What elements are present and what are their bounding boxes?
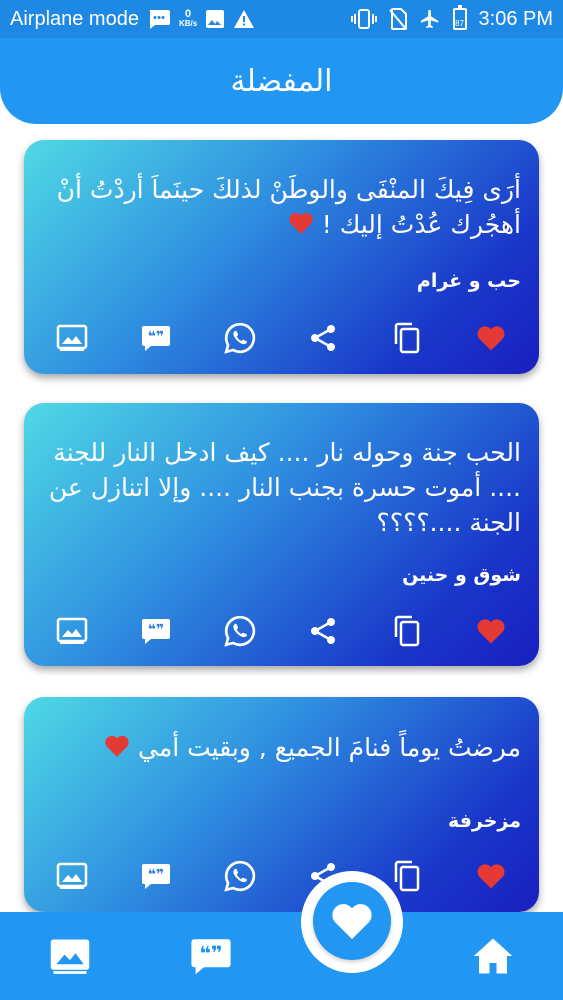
quote-image-button[interactable]: ❝❞ — [136, 856, 176, 896]
nav-home-button[interactable] — [465, 928, 521, 984]
quote-text: الحب جنة وحوله نار .... كيف ادخل النار ل… — [48, 438, 521, 537]
nav-images-button[interactable] — [42, 928, 98, 984]
favorite-button[interactable] — [471, 611, 511, 651]
whatsapp-share-button[interactable] — [220, 611, 260, 651]
quote-category: حب و غرام — [416, 270, 521, 292]
whatsapp-icon — [223, 860, 255, 892]
quote-card: أرَى فِيكَ المنْفَى والوطَنْ لذلكَ حينَم… — [24, 140, 539, 374]
quote-icon: ❝❞ — [141, 864, 170, 889]
vibrate-icon — [350, 9, 377, 29]
quote-icon: ❝❞ — [191, 939, 231, 975]
app-bar: المفضلة — [0, 38, 563, 124]
svg-text:❝❞: ❝❞ — [148, 867, 164, 883]
clock: 3:06 PM — [478, 7, 553, 30]
whatsapp-icon — [223, 322, 255, 354]
copy-icon — [394, 615, 420, 647]
image-icon — [56, 324, 88, 351]
nav-favorites-button[interactable] — [313, 882, 391, 960]
copy-icon — [394, 322, 420, 354]
gallery-icon — [205, 9, 225, 29]
whatsapp-share-button[interactable] — [220, 318, 260, 358]
quote-image-button[interactable]: ❝❞ — [136, 611, 176, 651]
quote-card: الحب جنة وحوله نار .... كيف ادخل النار ل… — [24, 403, 539, 666]
home-icon — [473, 938, 513, 974]
share-button[interactable] — [303, 611, 343, 651]
quote-card: مرضتُ يوماً فنامَ الجميع , وبقيت أمي مزخ… — [24, 697, 539, 912]
copy-button[interactable] — [387, 856, 427, 896]
warning-icon — [233, 9, 255, 29]
share-icon — [311, 618, 336, 644]
heart-emoji-icon — [288, 209, 314, 244]
image-icon — [50, 939, 90, 974]
airplane-mode-text: Airplane mode — [10, 7, 139, 30]
message-icon — [147, 8, 171, 30]
bottom-navigation: ❝❞ — [0, 912, 563, 1000]
copy-button[interactable] — [387, 318, 427, 358]
favorite-button[interactable] — [471, 318, 511, 358]
airplane-icon — [419, 8, 441, 30]
image-icon — [56, 617, 88, 644]
network-speed: 0 KB/s — [178, 8, 198, 29]
heart-emoji-icon — [104, 732, 130, 767]
quote-category: شوق و حنين — [402, 564, 521, 586]
no-sim-icon — [388, 8, 407, 30]
copy-icon — [394, 860, 420, 892]
quote-icon: ❝❞ — [141, 619, 170, 644]
heart-icon — [477, 864, 505, 889]
battery-icon: 87 — [452, 5, 467, 30]
quote-text: مرضتُ يوماً فنامَ الجميع , وبقيت أمي — [137, 733, 521, 762]
heart-icon — [332, 904, 372, 940]
heart-icon — [477, 326, 505, 351]
copy-button[interactable] — [387, 611, 427, 651]
quote-image-button[interactable]: ❝❞ — [136, 318, 176, 358]
svg-text:❝❞: ❝❞ — [148, 329, 164, 345]
nav-quotes-button[interactable]: ❝❞ — [183, 928, 239, 984]
status-bar: Airplane mode 0 KB/s 87 3:06 PM — [0, 0, 563, 38]
page-title: المفضلة — [230, 63, 333, 99]
set-wallpaper-button[interactable] — [52, 318, 92, 358]
share-icon — [311, 325, 336, 351]
heart-icon — [477, 619, 505, 644]
set-wallpaper-button[interactable] — [52, 611, 92, 651]
whatsapp-icon — [223, 615, 255, 647]
set-wallpaper-button[interactable] — [52, 856, 92, 896]
share-button[interactable] — [303, 318, 343, 358]
favorite-button[interactable] — [471, 856, 511, 896]
quote-category: مزخرفة — [447, 810, 521, 832]
quote-icon: ❝❞ — [141, 326, 170, 351]
svg-text:❝❞: ❝❞ — [148, 622, 164, 638]
image-icon — [56, 862, 88, 889]
svg-text:❝❞: ❝❞ — [200, 942, 223, 965]
whatsapp-share-button[interactable] — [220, 856, 260, 896]
